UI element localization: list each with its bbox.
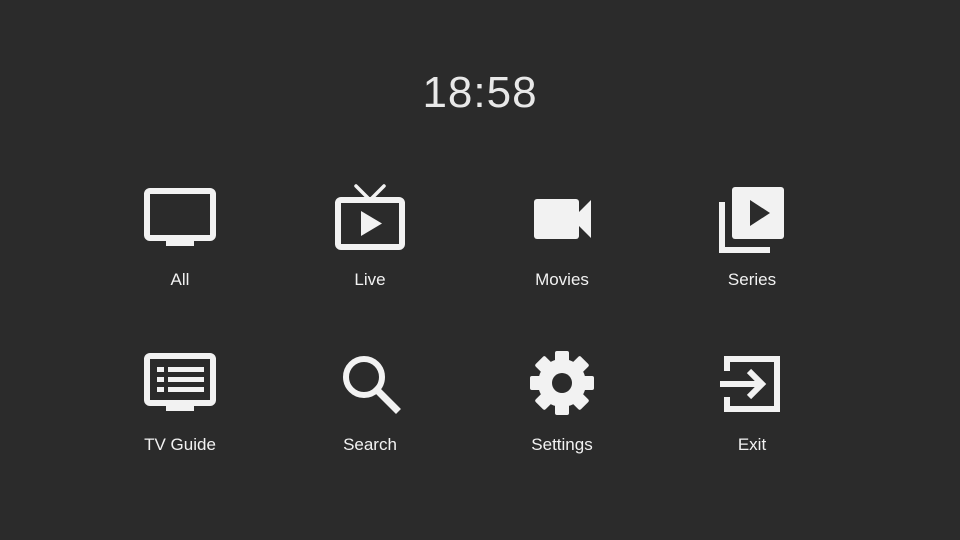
- menu-item-search[interactable]: Search: [290, 345, 450, 475]
- clock-time: 18:58: [422, 68, 538, 117]
- live-tv-icon: [335, 184, 405, 250]
- menu-item-exit[interactable]: Exit: [672, 345, 832, 475]
- tv-guide-icon: [144, 353, 216, 411]
- menu-item-label: Search: [343, 435, 397, 454]
- exit-icon: [720, 356, 780, 412]
- menu-item-label: TV Guide: [144, 435, 216, 454]
- video-library-icon: [719, 187, 784, 253]
- menu-item-label: Series: [727, 270, 777, 289]
- menu-item-settings[interactable]: Settings: [482, 345, 642, 475]
- home-screen: 18:58 All Live Movies Series TV Guide Se…: [0, 0, 960, 540]
- video-camera-icon: [534, 199, 591, 239]
- gear-icon: [530, 351, 594, 415]
- menu-item-label: Live: [354, 270, 386, 289]
- menu-item-label: Movies: [535, 270, 589, 289]
- menu-item-label: Exit: [737, 435, 767, 454]
- menu-item-series[interactable]: Series: [672, 180, 832, 310]
- menu-item-all[interactable]: All: [100, 180, 260, 310]
- menu-item-movies[interactable]: Movies: [482, 180, 642, 310]
- menu-item-live[interactable]: Live: [290, 180, 450, 310]
- tv-icon: [144, 188, 216, 246]
- search-icon: [343, 356, 401, 414]
- menu-item-label: All: [170, 270, 190, 289]
- menu-item-tv-guide[interactable]: TV Guide: [100, 345, 260, 475]
- menu-item-label: Settings: [531, 435, 593, 454]
